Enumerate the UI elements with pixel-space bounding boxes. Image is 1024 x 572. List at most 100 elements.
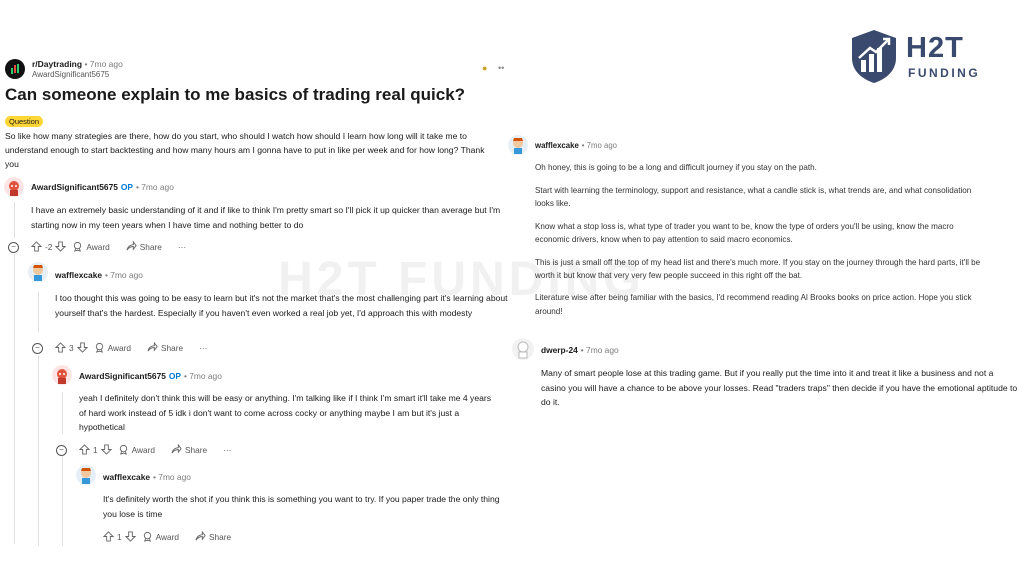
downvote-icon[interactable] (55, 241, 67, 252)
share-label: Share (185, 444, 208, 455)
subreddit-avatar[interactable] (5, 59, 25, 79)
comment-author-line: AwardSignificant5675 OP • 7mo ago (31, 182, 174, 192)
thread-line (62, 392, 63, 434)
comment-time: • 7mo ago (184, 371, 222, 381)
logo-h2t-text: H2T (906, 32, 964, 64)
award-icon (95, 342, 103, 353)
op-badge: OP (120, 182, 133, 192)
more-options-button[interactable]: ··· (223, 445, 231, 455)
post-title[interactable]: Can someone explain to me basics of trad… (5, 85, 465, 105)
share-button[interactable]: Share (147, 342, 183, 353)
comment-author[interactable]: AwardSignificant5675 (31, 182, 118, 192)
downvote-icon[interactable] (100, 444, 112, 455)
upvote-icon[interactable] (79, 444, 90, 455)
comment-time: • 7mo ago (136, 182, 174, 192)
collapse-icon[interactable]: − (56, 445, 67, 456)
avatar[interactable] (4, 177, 24, 197)
vote-count: 1 (93, 444, 98, 455)
upvote-icon[interactable] (103, 531, 114, 542)
comment-paragraph: Know what a stop loss is, what type of t… (535, 221, 954, 244)
comment-text: Oh honey, this is going to be a long and… (535, 161, 985, 327)
avatar[interactable] (28, 262, 48, 282)
award-button[interactable]: Award (72, 241, 110, 252)
comment-text: I too thought this was going to be easy … (55, 293, 508, 318)
comment-text: Many of smart people lose at this tradin… (541, 368, 1018, 407)
comment-paragraph: Oh honey, this is going to be a long and… (535, 163, 817, 172)
comment-author[interactable]: wafflexcake (55, 270, 102, 280)
post-meta: r/Daytrading • 7mo ago (32, 59, 123, 69)
collapse-icon[interactable]: − (8, 242, 19, 253)
award-label: Award (107, 342, 131, 353)
subreddit-link[interactable]: r/Daytrading (32, 59, 82, 69)
collapse-icon[interactable]: − (32, 343, 43, 354)
comment-author[interactable]: AwardSignificant5675 (79, 371, 166, 381)
comment-time: • 7mo ago (105, 270, 143, 280)
share-button[interactable]: Share (171, 444, 207, 455)
share-icon (171, 444, 182, 454)
share-button[interactable]: Share (126, 241, 162, 252)
more-options-button[interactable]: ··· (178, 242, 186, 252)
snoo-avatar-icon (512, 338, 534, 360)
avatar[interactable] (76, 465, 96, 485)
avatar[interactable] (52, 365, 72, 385)
comment-text: yeah I definitely don't think this will … (79, 393, 492, 432)
comment-time: • 7mo ago (153, 472, 191, 482)
comment-actions: 3 Award Share ··· (55, 342, 223, 353)
comment-author-line: dwerp-24 • 7mo ago (541, 345, 619, 355)
downvote-icon[interactable] (124, 531, 136, 542)
upvote-icon[interactable] (31, 241, 42, 252)
snoo-avatar-icon (52, 365, 72, 385)
award-icon (74, 241, 82, 252)
award-label: Award (155, 531, 179, 542)
comment-actions: -2 Award Share ··· (31, 241, 202, 252)
post-flair[interactable]: Question (5, 116, 44, 127)
award-button[interactable]: Award (142, 531, 179, 542)
comment-author[interactable]: dwerp-24 (541, 345, 578, 355)
comment-author-line: wafflexcake • 7mo ago (535, 141, 617, 150)
award-icon (143, 531, 151, 542)
share-label: Share (209, 531, 232, 542)
award-button[interactable]: Award (118, 444, 155, 455)
share-label: Share (139, 241, 162, 252)
comment-paragraph: Literature wise after being familiar wit… (535, 293, 972, 316)
share-icon (195, 531, 206, 541)
op-badge: OP (168, 371, 181, 381)
avatar[interactable] (508, 135, 528, 155)
h2t-funding-logo: H2T FUNDING (848, 28, 998, 88)
more-options-button[interactable]: ··· (199, 343, 207, 353)
share-icon (126, 241, 137, 251)
comment-paragraph: Start with learning the terminology, sup… (535, 185, 972, 208)
comment-author[interactable]: wafflexcake (103, 472, 150, 482)
comment-text: I have an extremely basic understanding … (31, 205, 501, 230)
comment-author-line: wafflexcake • 7mo ago (55, 270, 143, 280)
share-label: Share (161, 342, 184, 353)
thread-line (14, 254, 15, 544)
award-label: Award (131, 444, 155, 455)
comment-paragraph: This is just a small off the top of my h… (535, 257, 981, 280)
comment-time: • 7mo ago (580, 345, 619, 355)
comment-actions: 1 Award Share (103, 531, 247, 542)
thread-line (14, 202, 15, 238)
comment-time: • 7mo ago (581, 141, 618, 150)
snoo-avatar-icon (4, 177, 24, 197)
upvote-icon[interactable] (55, 342, 66, 353)
post-body: So like how many strategies are there, h… (5, 131, 485, 169)
comment-text: It's definitely worth the shot if you th… (103, 494, 500, 519)
comment-author-line: AwardSignificant5675 OP • 7mo ago (79, 371, 222, 381)
comment-author[interactable]: wafflexcake (535, 141, 579, 150)
avatar[interactable] (512, 338, 534, 360)
snoo-avatar-icon (508, 135, 528, 155)
post-author[interactable]: AwardSignificant5675 (32, 70, 109, 79)
snoo-avatar-icon (76, 465, 96, 485)
thread-line (38, 356, 39, 546)
share-button[interactable]: Share (195, 531, 231, 542)
comment-author-line: wafflexcake • 7mo ago (103, 472, 191, 482)
snoo-avatar-icon (28, 262, 48, 282)
thread-line (62, 456, 63, 546)
post-time: • 7mo ago (84, 59, 123, 69)
award-icon[interactable]: ● (482, 63, 487, 73)
downvote-icon[interactable] (76, 342, 88, 353)
more-icon[interactable]: •• (498, 63, 504, 73)
shield-chart-icon (852, 30, 896, 83)
award-button[interactable]: Award (94, 342, 131, 353)
